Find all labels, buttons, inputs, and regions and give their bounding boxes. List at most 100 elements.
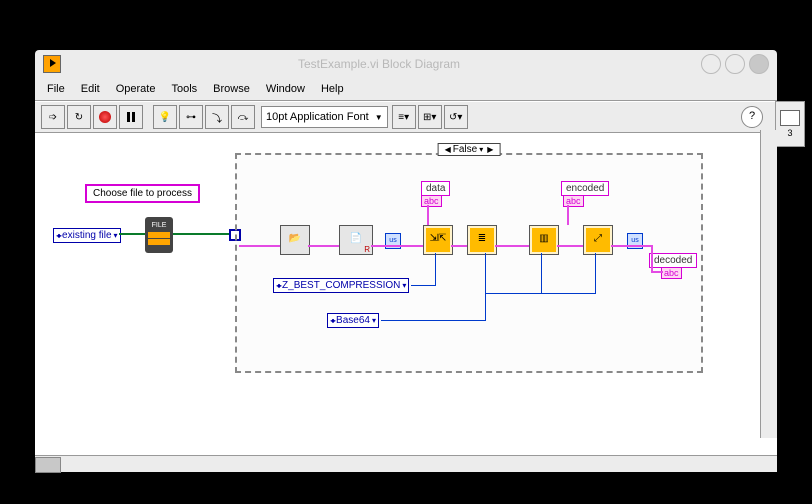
wire-int (541, 253, 542, 294)
bulb-icon: 💡 (159, 112, 171, 123)
vi-icon-pane[interactable]: 3 (775, 101, 805, 147)
step-over-button[interactable]: ⤼ (231, 105, 255, 129)
menu-bar: File Edit Operate Tools Browse Window He… (35, 78, 777, 101)
wire-int (541, 293, 595, 294)
wire (173, 233, 233, 235)
case-selector[interactable]: ◀ False ▾ ▶ (438, 143, 501, 156)
compression-constant[interactable]: ◂▸ Z_BEST_COMPRESSION ▾ (273, 278, 409, 293)
next-case-icon: ▶ (487, 145, 493, 154)
reorder-icon: ↺▾ (449, 112, 462, 123)
distribute-icon: ⊞▾ (423, 112, 436, 123)
labview-icon (43, 55, 61, 73)
chevron-down-icon: ▾ (402, 281, 406, 290)
wire-string (308, 245, 339, 247)
decode-node[interactable]: ⤢ (583, 225, 613, 255)
menu-browse[interactable]: Browse (205, 81, 258, 97)
chevron-down-icon: ▾ (114, 231, 118, 240)
case-value: False (453, 144, 477, 155)
decoded-indicator-label[interactable]: decoded (649, 253, 697, 268)
file-node-label: FILE (145, 221, 173, 231)
iteration-count: 3 (787, 128, 792, 138)
run-continuous-button[interactable]: ↻ (67, 105, 91, 129)
wire-string (557, 245, 583, 247)
menu-help[interactable]: Help (313, 81, 352, 97)
case-structure[interactable]: ◀ False ▾ ▶ (235, 153, 703, 373)
retain-wire-button[interactable]: ⊶ (179, 105, 203, 129)
wire-int (411, 285, 435, 286)
dropdown-icon: ▼ (375, 113, 383, 122)
wire-string (451, 245, 467, 247)
wire-int (381, 320, 485, 321)
file-slot-icon (148, 239, 170, 245)
close-button[interactable] (749, 54, 769, 74)
pause-button[interactable] (119, 105, 143, 129)
window-title: TestExample.vi Block Diagram (61, 57, 697, 71)
file-mode-constant[interactable]: ◂▸ existing file ▾ (53, 228, 121, 243)
abort-button[interactable] (93, 105, 117, 129)
string-indicator-icon: abc (421, 195, 442, 207)
menu-file[interactable]: File (39, 81, 73, 97)
compression-value: Z_BEST_COMPRESSION (282, 280, 400, 291)
expand-icon: ⤢ (584, 226, 612, 252)
wire-string (427, 205, 429, 225)
file-mode-value: existing file (62, 230, 111, 241)
block-diagram-canvas[interactable]: Choose file to process ◂▸ existing file … (35, 133, 777, 455)
prev-case-icon: ◀ (445, 145, 451, 154)
wire (119, 233, 145, 235)
flatten-node[interactable]: ≣ (467, 225, 497, 255)
align-icon: ≡▾ (398, 112, 409, 123)
increment-decrement-icon: ◂▸ (330, 316, 334, 325)
free-label-comment[interactable]: Choose file to process (85, 184, 200, 203)
loop-icon: ↻ (75, 112, 83, 123)
step-into-icon: ⤵ (212, 110, 222, 125)
minimize-button[interactable] (701, 54, 721, 74)
encoding-constant[interactable]: ◂▸ Base64 ▾ (327, 313, 379, 328)
wire-int (595, 253, 596, 294)
distribute-button[interactable]: ⊞▾ (418, 105, 442, 129)
titlebar: TestExample.vi Block Diagram (35, 50, 777, 78)
font-selector[interactable]: 10pt Application Font ▼ (261, 106, 388, 128)
wire-string (651, 271, 663, 273)
compress-icon: ⇲⇱ (424, 226, 452, 252)
menu-edit[interactable]: Edit (73, 81, 108, 97)
open-file-node[interactable]: 📂 (280, 225, 310, 255)
probe-icon: ⊶ (186, 112, 196, 123)
chevron-down-icon: ▾ (372, 316, 376, 325)
file-dialog-node[interactable]: FILE (145, 217, 173, 253)
font-label: 10pt Application Font (266, 111, 369, 123)
increment-decrement-icon: ◂▸ (56, 231, 60, 240)
read-file-node[interactable]: 📄R (339, 225, 373, 255)
chevron-down-icon: ▾ (479, 145, 483, 154)
menu-window[interactable]: Window (258, 81, 313, 97)
increment-decrement-icon: ◂▸ (276, 281, 280, 290)
menu-tools[interactable]: Tools (163, 81, 205, 97)
horizontal-scrollbar[interactable] (35, 455, 777, 472)
wire-string (495, 245, 529, 247)
highlight-exec-button[interactable]: 💡 (153, 105, 177, 129)
app-window: TestExample.vi Block Diagram File Edit O… (35, 50, 777, 454)
step-over-icon: ⤼ (238, 112, 249, 123)
string-indicator-icon: abc (661, 267, 682, 279)
menu-operate[interactable]: Operate (108, 81, 164, 97)
wire-string (239, 245, 280, 247)
vertical-scrollbar[interactable] (760, 130, 777, 438)
context-help-button[interactable]: ? (741, 106, 763, 128)
wire-string (567, 205, 569, 225)
folder-icon: 📂 (281, 226, 309, 252)
run-arrow-icon: ➩ (49, 112, 57, 123)
maximize-button[interactable] (725, 54, 745, 74)
pause-icon (127, 112, 135, 122)
data-indicator-label[interactable]: data (421, 181, 450, 196)
barcode-icon: ▥ (530, 226, 558, 252)
reorder-button[interactable]: ↺▾ (444, 105, 468, 129)
encode-base64-node[interactable]: ▥ (529, 225, 559, 255)
step-into-button[interactable]: ⤵ (205, 105, 229, 129)
wire-int (485, 293, 541, 294)
run-button[interactable]: ➩ (41, 105, 65, 129)
encoded-indicator-label[interactable]: encoded (561, 181, 609, 196)
align-button[interactable]: ≡▾ (392, 105, 416, 129)
wire-string (611, 245, 651, 247)
file-slot-icon (148, 232, 170, 238)
compress-node[interactable]: ⇲⇱ (423, 225, 453, 255)
scrollbar-thumb[interactable] (35, 457, 61, 473)
